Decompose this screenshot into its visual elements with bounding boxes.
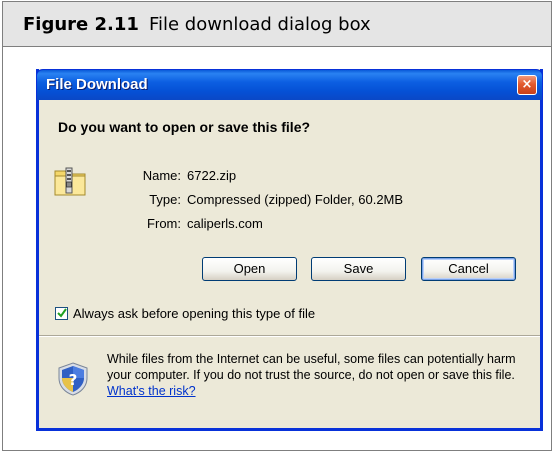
dialog-titlebar[interactable]: File Download ×	[36, 69, 543, 100]
dialog-title: File Download	[46, 76, 148, 93]
dialog-question: Do you want to open or save this file?	[58, 119, 311, 135]
name-label: Name:	[142, 168, 181, 183]
close-button[interactable]: ×	[517, 75, 537, 95]
figure-box: Figure 2.11 File download dialog box Fil…	[2, 1, 552, 451]
zip-folder-icon	[53, 165, 87, 197]
type-value: Compressed (zipped) Folder, 60.2MB	[187, 192, 404, 207]
security-warning: While files from the Internet can be use…	[107, 351, 532, 399]
checkmark-icon	[57, 308, 67, 318]
file-download-dialog: File Download × Do you want to open or s…	[36, 69, 543, 431]
security-shield-icon: ?	[57, 362, 89, 396]
warning-text: While files from the Internet can be use…	[107, 352, 516, 382]
open-button[interactable]: Open	[202, 257, 297, 281]
from-value: caliperls.com	[187, 216, 263, 231]
divider-highlight	[39, 336, 540, 337]
whats-the-risk-link[interactable]: What's the risk?	[107, 384, 196, 398]
type-label: Type:	[149, 192, 181, 207]
cancel-button[interactable]: Cancel	[421, 257, 516, 281]
figure-caption-text: File download dialog box	[148, 13, 371, 35]
always-ask-label: Always ask before opening this type of f…	[73, 306, 316, 321]
always-ask-checkbox[interactable]	[55, 307, 68, 320]
always-ask-row[interactable]: Always ask before opening this type of f…	[55, 306, 315, 321]
figure-caption: Figure 2.11 File download dialog box	[3, 2, 551, 47]
name-value: 6722.zip	[187, 168, 237, 183]
svg-text:?: ?	[69, 371, 78, 389]
figure-number: Figure 2.11	[23, 13, 139, 35]
save-button[interactable]: Save	[311, 257, 406, 281]
from-label: From:	[147, 216, 181, 231]
